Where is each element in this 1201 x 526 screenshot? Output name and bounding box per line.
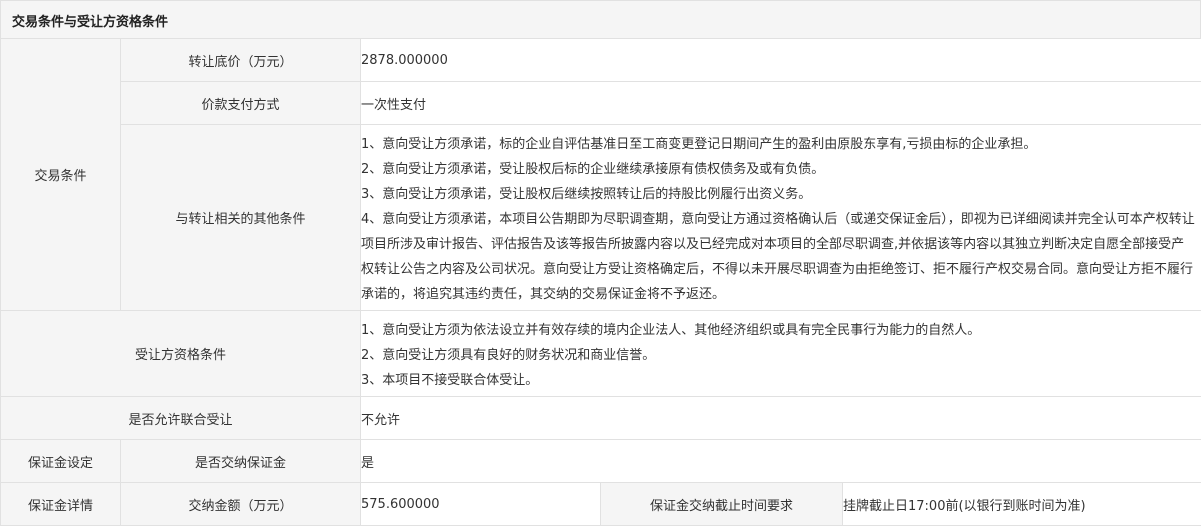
trade-conditions-panel: 交易条件与受让方资格条件 交易条件 转让底价（万元） 2878.000000 价… <box>0 0 1201 525</box>
trade-conditions-group-label: 交易条件 <box>1 39 121 311</box>
table-row: 与转让相关的其他条件 1、意向受让方须承诺，标的企业自评估基准日至工商变更登记日… <box>1 125 1201 311</box>
other-conditions-label: 与转让相关的其他条件 <box>121 125 361 311</box>
transfer-base-price-value: 2878.000000 <box>361 39 1201 82</box>
table-row: 保证金设定 是否交纳保证金 是 <box>1 440 1201 483</box>
payment-method-value: 一次性支付 <box>361 82 1201 125</box>
list-item: 3、本项目不接受联合体受让。 <box>361 368 1201 393</box>
other-conditions-list: 1、意向受让方须承诺，标的企业自评估基准日至工商变更登记日期间产生的盈利由原股东… <box>361 128 1201 307</box>
transfer-base-price-label: 转让底价（万元） <box>121 39 361 82</box>
list-item: 3、意向受让方须承诺，受让股权后继续按照转让后的持股比例履行出资义务。 <box>361 182 1201 207</box>
list-item: 2、意向受让方须承诺，受让股权后标的企业继续承接原有债权债务及或有负债。 <box>361 157 1201 182</box>
conditions-table: 交易条件 转让底价（万元） 2878.000000 价款支付方式 一次性支付 与… <box>0 38 1201 526</box>
deposit-required-value: 是 <box>361 440 1201 483</box>
table-row: 是否允许联合受让 不允许 <box>1 397 1201 440</box>
deposit-details-group-label: 保证金详情 <box>1 483 121 526</box>
list-item: 2、意向受让方须具有良好的财务状况和商业信誉。 <box>361 343 1201 368</box>
qualification-list: 1、意向受让方须为依法设立并有效存续的境内企业法人、其他经济组织或具有完全民事行… <box>361 314 1201 393</box>
list-item: 1、意向受让方须为依法设立并有效存续的境内企业法人、其他经济组织或具有完全民事行… <box>361 318 1201 343</box>
deposit-setting-group-label: 保证金设定 <box>1 440 121 483</box>
list-item: 1、意向受让方须承诺，标的企业自评估基准日至工商变更登记日期间产生的盈利由原股东… <box>361 132 1201 157</box>
list-item: 4、意向受让方须承诺，本项目公告期即为尽职调查期，意向受让方通过资格确认后（或递… <box>361 207 1201 307</box>
joint-bid-value: 不允许 <box>361 397 1201 440</box>
other-conditions-value: 1、意向受让方须承诺，标的企业自评估基准日至工商变更登记日期间产生的盈利由原股东… <box>361 125 1201 311</box>
qualification-label: 受让方资格条件 <box>1 311 361 397</box>
joint-bid-label: 是否允许联合受让 <box>1 397 361 440</box>
qualification-value: 1、意向受让方须为依法设立并有效存续的境内企业法人、其他经济组织或具有完全民事行… <box>361 311 1201 397</box>
deposit-deadline-value: 挂牌截止日17:00前(以银行到账时间为准) <box>843 483 1201 526</box>
section-header: 交易条件与受让方资格条件 <box>0 0 1201 39</box>
table-row: 保证金详情 交纳金额（万元） 575.600000 保证金交纳截止时间要求 挂牌… <box>1 483 1201 526</box>
deposit-amount-value: 575.600000 <box>361 483 601 526</box>
deposit-deadline-label: 保证金交纳截止时间要求 <box>601 483 843 526</box>
table-row: 交易条件 转让底价（万元） 2878.000000 <box>1 39 1201 82</box>
table-row: 价款支付方式 一次性支付 <box>1 82 1201 125</box>
payment-method-label: 价款支付方式 <box>121 82 361 125</box>
deposit-required-label: 是否交纳保证金 <box>121 440 361 483</box>
deposit-amount-label: 交纳金额（万元） <box>121 483 361 526</box>
section-title: 交易条件与受让方资格条件 <box>12 11 168 30</box>
table-row: 受让方资格条件 1、意向受让方须为依法设立并有效存续的境内企业法人、其他经济组织… <box>1 311 1201 397</box>
